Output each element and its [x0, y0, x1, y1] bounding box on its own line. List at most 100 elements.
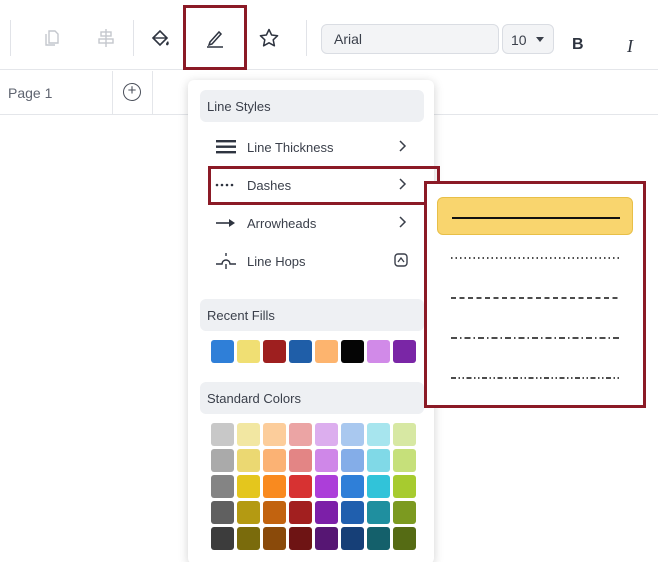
- menu-item-label: Arrowheads: [247, 216, 317, 231]
- dash-option-dash-dot-dot[interactable]: [437, 358, 633, 396]
- recent-fill-swatch[interactable]: [211, 340, 234, 363]
- standard-colors-row: [211, 449, 419, 472]
- star-icon: [259, 28, 279, 47]
- standard-colors-header: Standard Colors: [200, 382, 424, 414]
- chevron-right-icon: [398, 139, 408, 158]
- premium-badge-icon: [394, 253, 408, 272]
- standard-color-swatch[interactable]: [393, 501, 416, 524]
- font-size-select[interactable]: 10: [502, 24, 554, 54]
- arrowhead-icon: [214, 214, 238, 232]
- line-hops-icon: [214, 252, 238, 270]
- standard-color-swatch[interactable]: [237, 475, 260, 498]
- standard-color-swatch[interactable]: [341, 449, 364, 472]
- standard-color-swatch[interactable]: [289, 423, 312, 446]
- line-thickness-icon: [214, 138, 238, 156]
- standard-color-swatch[interactable]: [341, 501, 364, 524]
- solid-line-icon: [452, 217, 620, 219]
- dotted-line-icon: [451, 257, 619, 259]
- standard-color-swatch[interactable]: [237, 423, 260, 446]
- menu-item-label: Line Hops: [247, 254, 306, 269]
- standard-color-swatch[interactable]: [367, 475, 390, 498]
- standard-color-swatch[interactable]: [367, 449, 390, 472]
- standard-color-swatch[interactable]: [341, 423, 364, 446]
- standard-color-swatch[interactable]: [237, 527, 260, 550]
- standard-color-swatch[interactable]: [393, 449, 416, 472]
- bold-button[interactable]: B: [572, 36, 584, 54]
- standard-color-swatch[interactable]: [289, 527, 312, 550]
- standard-color-swatch[interactable]: [289, 501, 312, 524]
- line-style-highlight: [183, 5, 247, 70]
- standard-color-swatch[interactable]: [393, 527, 416, 550]
- standard-color-swatch[interactable]: [367, 423, 390, 446]
- line-style-menu: Line Styles Line Thickness Dashes Arrowh…: [188, 80, 434, 562]
- toolbar-separator: [10, 20, 11, 56]
- menu-item-arrowheads[interactable]: Arrowheads: [200, 206, 424, 240]
- recent-fills-row: [211, 340, 419, 363]
- dash-option-dashed[interactable]: [437, 278, 633, 316]
- standard-color-swatch[interactable]: [211, 423, 234, 446]
- standard-color-swatch[interactable]: [367, 501, 390, 524]
- standard-colors-row: [211, 527, 419, 550]
- standard-color-swatch[interactable]: [211, 475, 234, 498]
- menu-item-line-thickness[interactable]: Line Thickness: [200, 130, 424, 164]
- dashes-highlight: [208, 166, 440, 205]
- add-page-button[interactable]: +: [123, 83, 141, 101]
- italic-button[interactable]: I: [627, 36, 633, 57]
- chevron-right-icon: [398, 215, 408, 234]
- standard-color-swatch[interactable]: [289, 475, 312, 498]
- standard-color-swatch[interactable]: [393, 423, 416, 446]
- recent-fill-swatch[interactable]: [237, 340, 260, 363]
- dashes-submenu: [424, 181, 646, 408]
- standard-color-swatch[interactable]: [263, 449, 286, 472]
- standard-color-swatch[interactable]: [211, 449, 234, 472]
- menu-item-line-hops[interactable]: Line Hops: [200, 244, 424, 278]
- recent-fill-swatch[interactable]: [367, 340, 390, 363]
- standard-color-swatch[interactable]: [393, 475, 416, 498]
- standard-colors-row: [211, 501, 419, 524]
- standard-color-swatch[interactable]: [237, 501, 260, 524]
- duplicate-button[interactable]: [34, 20, 70, 56]
- toolbar: Arial 10 B I: [0, 8, 658, 70]
- standard-color-swatch[interactable]: [211, 501, 234, 524]
- dash-option-dotted[interactable]: [437, 238, 633, 276]
- chevron-down-icon: [536, 37, 544, 42]
- standard-color-swatch[interactable]: [315, 527, 338, 550]
- fill-button[interactable]: [142, 20, 178, 56]
- favorite-button[interactable]: [251, 20, 287, 56]
- recent-fill-swatch[interactable]: [263, 340, 286, 363]
- standard-color-swatch[interactable]: [263, 501, 286, 524]
- standard-color-swatch[interactable]: [341, 475, 364, 498]
- standard-color-swatch[interactable]: [315, 501, 338, 524]
- font-size-value: 10: [511, 32, 527, 48]
- standard-color-swatch[interactable]: [263, 527, 286, 550]
- align-icon: [98, 29, 114, 47]
- standard-color-swatch[interactable]: [341, 527, 364, 550]
- standard-color-swatch[interactable]: [315, 475, 338, 498]
- font-family-input[interactable]: Arial: [321, 24, 499, 54]
- standard-color-swatch[interactable]: [263, 423, 286, 446]
- standard-color-swatch[interactable]: [315, 449, 338, 472]
- recent-fill-swatch[interactable]: [315, 340, 338, 363]
- toolbar-separator: [133, 20, 134, 56]
- recent-fill-swatch[interactable]: [289, 340, 312, 363]
- duplicate-icon: [45, 30, 59, 46]
- tab-divider: [112, 71, 113, 115]
- tab-page-1[interactable]: Page 1: [8, 85, 52, 101]
- dash-dot-dot-line-icon: [451, 377, 619, 379]
- menu-item-label: Line Thickness: [247, 140, 334, 155]
- standard-color-swatch[interactable]: [211, 527, 234, 550]
- standard-color-swatch[interactable]: [367, 527, 390, 550]
- standard-color-swatch[interactable]: [289, 449, 312, 472]
- dash-option-solid[interactable]: [437, 197, 633, 235]
- line-styles-header: Line Styles: [200, 90, 424, 122]
- standard-color-swatch[interactable]: [263, 475, 286, 498]
- recent-fills-header: Recent Fills: [200, 299, 424, 331]
- align-button[interactable]: [88, 20, 124, 56]
- tab-divider: [152, 71, 153, 115]
- standard-colors-row: [211, 475, 419, 498]
- recent-fill-swatch[interactable]: [393, 340, 416, 363]
- standard-color-swatch[interactable]: [237, 449, 260, 472]
- recent-fill-swatch[interactable]: [341, 340, 364, 363]
- dash-option-dash-dot[interactable]: [437, 318, 633, 356]
- standard-color-swatch[interactable]: [315, 423, 338, 446]
